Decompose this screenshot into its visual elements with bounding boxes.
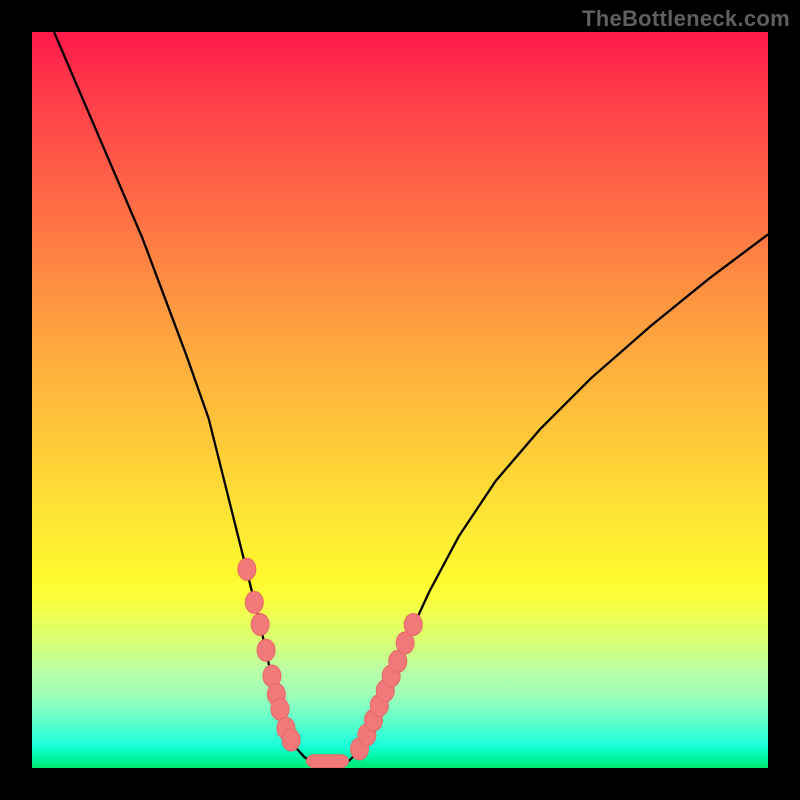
curve-marker bbox=[282, 729, 300, 751]
bottleneck-curve-path bbox=[54, 32, 768, 767]
bottleneck-curve bbox=[32, 32, 768, 768]
source-label: TheBottleneck.com bbox=[582, 6, 790, 32]
curve-marker bbox=[245, 591, 263, 613]
curve-marker bbox=[257, 639, 275, 661]
curve-marker bbox=[251, 613, 269, 635]
curve-marker bbox=[238, 558, 256, 580]
chart-frame: TheBottleneck.com bbox=[0, 0, 800, 800]
curve-marker bbox=[404, 613, 422, 635]
plot-area bbox=[32, 32, 768, 768]
trough-band bbox=[307, 755, 349, 768]
